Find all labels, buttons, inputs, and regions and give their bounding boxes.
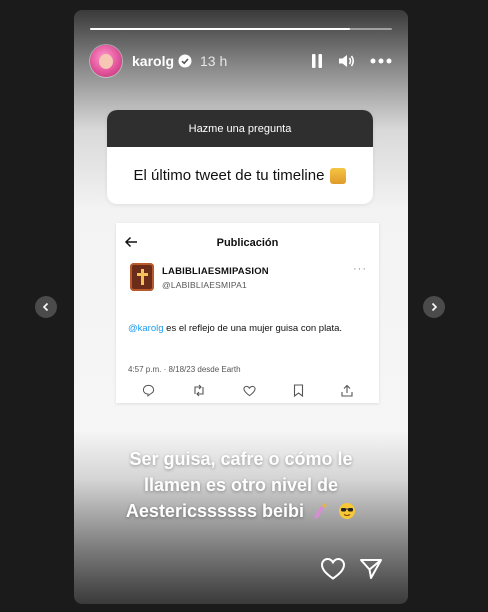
tweet-screenshot: Publicación LABIBLIAESMIPASION @LABIBLIA… bbox=[116, 223, 379, 403]
tweet-page-title: Publicación bbox=[216, 237, 279, 249]
story-frame: karolg 13 h Hazme una pregunta El último… bbox=[74, 10, 408, 604]
tweet-text: @karolg es el reflejo de una mujer guisa… bbox=[128, 321, 358, 336]
caption-line-1: Ser guisa, cafre o cómo le bbox=[129, 449, 353, 469]
question-text: El último tweet de tu timeline bbox=[133, 167, 325, 184]
volume-icon bbox=[339, 55, 355, 67]
send-icon bbox=[360, 559, 382, 579]
tweet-mention: @karolg bbox=[128, 323, 164, 334]
username[interactable]: karolg bbox=[132, 53, 174, 69]
previous-story-button[interactable] bbox=[35, 296, 57, 318]
more-dots-icon bbox=[370, 58, 392, 64]
caption-line-2: llamen es otro nivel de bbox=[143, 475, 339, 495]
next-story-button[interactable] bbox=[423, 296, 445, 318]
like-story-button[interactable] bbox=[320, 557, 346, 586]
story-header: karolg 13 h bbox=[90, 44, 392, 78]
caption-line-3: Aestericssssss beibi bbox=[86, 498, 396, 524]
tweet-author-avatar bbox=[130, 263, 154, 291]
tweet-more-icon: ··· bbox=[353, 263, 367, 275]
story-caption: Ser guisa, cafre o cómo le llamen es otr… bbox=[86, 446, 396, 524]
bookmark-icon bbox=[293, 384, 304, 397]
caption-line-3-text: Aestericssssss beibi bbox=[125, 501, 305, 521]
pause-button[interactable] bbox=[310, 53, 324, 69]
question-sticker-header: Hazme una pregunta bbox=[107, 110, 373, 147]
reply-icon bbox=[142, 384, 155, 397]
pause-icon bbox=[312, 54, 322, 68]
tweet-meta: 4:57 p.m. · 8/18/23 desde Earth bbox=[128, 365, 241, 374]
question-sticker-body: El último tweet de tu timeline bbox=[107, 147, 373, 204]
tweet-actions bbox=[142, 384, 353, 397]
retweet-icon bbox=[194, 384, 204, 397]
avatar[interactable] bbox=[90, 45, 122, 77]
mute-button[interactable] bbox=[338, 53, 356, 69]
like-icon bbox=[243, 385, 256, 396]
timestamp: 13 h bbox=[200, 53, 228, 69]
tweet-topbar: Publicación bbox=[116, 233, 379, 253]
chevron-left-icon bbox=[42, 302, 49, 312]
person-emoji-icon bbox=[330, 167, 347, 184]
tweet-author-name: LABIBLIAESMIPASION bbox=[162, 266, 269, 277]
heart-icon bbox=[320, 557, 346, 580]
nail-polish-emoji-icon bbox=[314, 503, 328, 519]
send-story-button[interactable] bbox=[359, 557, 383, 586]
tweet-author-handle: @LABIBLIAESMIPA1 bbox=[162, 280, 247, 290]
story-progress-bar bbox=[90, 28, 392, 30]
sunglasses-emoji-icon bbox=[339, 503, 356, 519]
tweet-body: es el reflejo de una mujer guisa con pla… bbox=[163, 323, 343, 334]
chevron-right-icon bbox=[431, 302, 438, 312]
question-sticker[interactable]: Hazme una pregunta El último tweet de tu… bbox=[107, 110, 373, 204]
more-options-button[interactable] bbox=[370, 58, 392, 64]
story-progress-fill bbox=[90, 28, 350, 30]
verified-badge-icon bbox=[178, 54, 192, 68]
share-icon bbox=[341, 384, 353, 397]
